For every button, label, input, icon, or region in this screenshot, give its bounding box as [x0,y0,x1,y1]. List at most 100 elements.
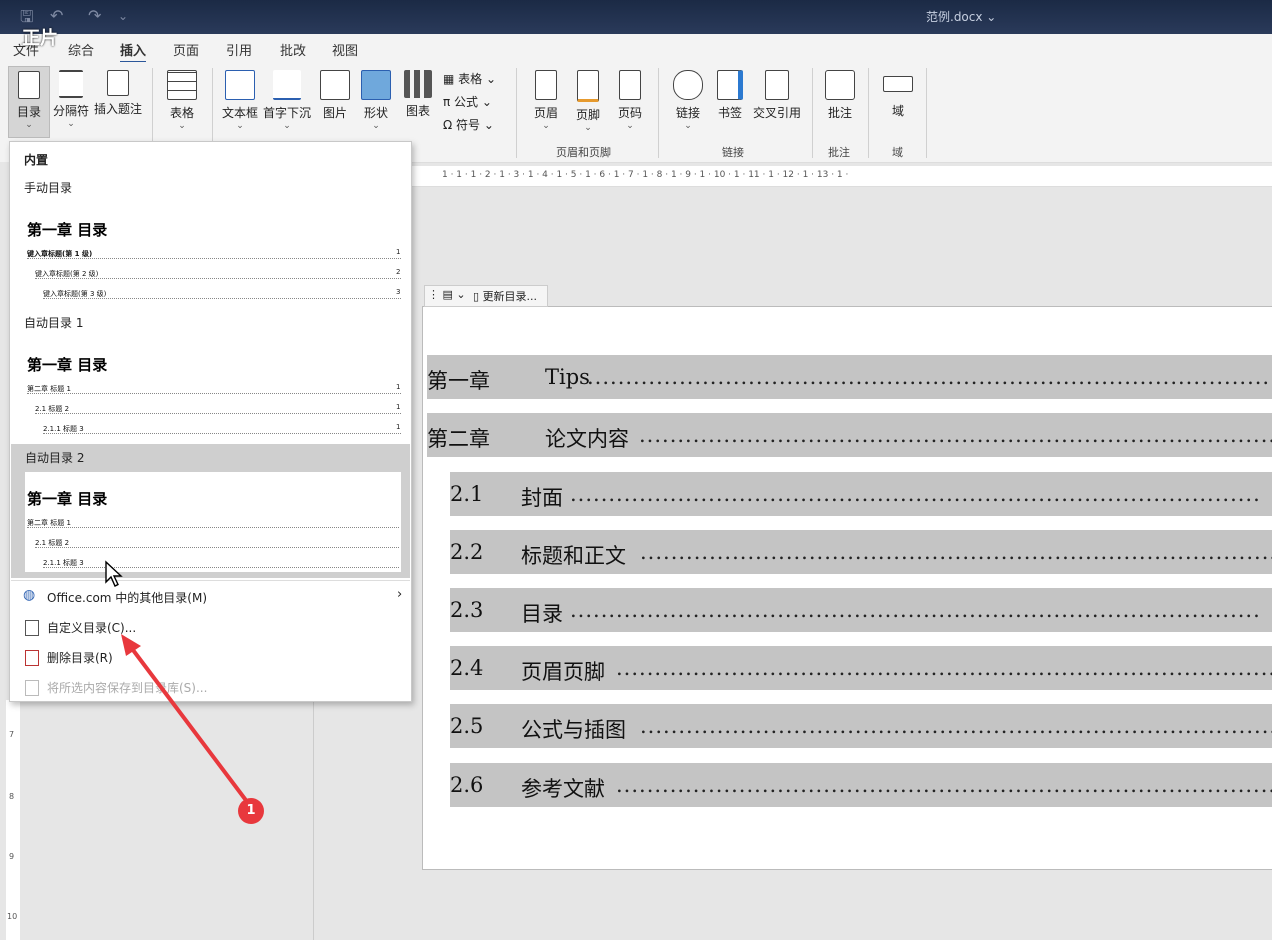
formula-label: 公式 [454,95,479,109]
symbol-button[interactable]: Ω 符号 ⌄ [443,116,494,133]
save-selection-to-gallery-item: 将所选内容保存到目录库(S)... [11,675,410,699]
page-number-button[interactable]: 页码 ⌄ [612,70,648,131]
mouse-cursor-icon [105,560,123,587]
toc-entry[interactable]: 2.4 页眉页脚 ...............................… [450,646,1272,690]
ribbon-separator [658,68,659,158]
small-table-button[interactable]: ▦ 表格 ⌄ [443,70,496,87]
comment-icon [825,70,855,100]
drag-handle-icon[interactable]: ⋮ ▤ ⌄ [428,288,466,301]
custom-toc-item[interactable]: 自定义目录(C)... [11,615,410,639]
toc-entry[interactable]: 2.6 参考文献 ...............................… [450,763,1272,807]
save-selection-label: 将所选内容保存到目录库(S)... [47,681,208,695]
preview-line: 2.1 标题 2 [35,404,401,414]
toc-entry-title: 封面 [521,486,563,510]
group-label-header-footer: 页眉和页脚 [556,146,611,159]
chart-icon [404,70,432,98]
toc-leader: ........................................… [640,714,1272,738]
remove-toc-item[interactable]: 删除目录(R) [11,645,410,669]
toc-entry-title: 参考文献 [521,777,605,801]
group-label-comments: 批注 [828,146,850,159]
document-title: 范例.docx ⌄ [926,10,997,24]
header-button[interactable]: 页眉 ⌄ [528,70,564,131]
toc-entry-title: Tips [545,365,590,389]
tab-insert[interactable]: 插入 [120,40,147,64]
toc-entry-title: 论文内容 [545,427,629,451]
gallery-section-header: 内置 [24,153,49,167]
update-toc-button[interactable]: ▯ 更新目录... [473,288,537,304]
gallery-item-auto2-preview: 第一章 目录 第二章 标题 1 2.1 标题 2 2.1.1 标题 3 [25,472,401,572]
toc-button[interactable]: 目录 ⌄ [8,66,50,138]
undo-icon[interactable]: ↶ [50,6,63,25]
preview-page-number: 1 [396,383,401,391]
comment-button[interactable]: 批注 [822,70,858,121]
update-toc-label: 更新目录... [482,290,538,303]
formula-button[interactable]: π 公式 ⌄ [443,93,492,110]
link-button[interactable]: 链接 ⌄ [670,70,706,131]
chevron-down-icon: ⌄ [67,119,75,129]
tab-page[interactable]: 页面 [173,40,199,59]
toc-leader: ........................................… [570,598,1261,622]
toc-entry-title: 页眉页脚 [521,660,605,684]
tab-review[interactable]: 批改 [280,40,306,59]
vruler-tick: 7 [9,730,15,739]
table-icon [167,70,197,100]
toc-content-control[interactable]: ⋮ ▤ ⌄ ▯ 更新目录... [424,285,548,307]
textbox-button[interactable]: 文本框 ⌄ [220,70,260,131]
horizontal-ruler[interactable]: 1 · 1 · 1 · 2 · 1 · 3 · 1 · 4 · 1 · 5 · … [412,166,1272,187]
bookmark-icon [717,70,743,100]
gallery-item-auto2[interactable]: 自动目录 2 第一章 目录 第二章 标题 1 2.1 标题 2 2.1.1 标题… [11,444,410,578]
toc-entry[interactable]: 2.5 公式与插图 ..............................… [450,704,1272,748]
chart-button[interactable]: 图表 [400,70,436,119]
toc-entry-number: 2.1 [450,482,484,506]
shapes-icon [361,70,391,100]
preview-line: 键入章标题(第 3 级) [43,289,401,299]
table-button[interactable]: 表格 ⌄ [162,70,202,131]
page-number-label: 页码 [617,106,642,120]
bookmark-button[interactable]: 书签 [712,70,748,121]
cross-reference-button[interactable]: 交叉引用 [750,70,804,121]
gallery-item-manual[interactable]: 第一章 目录 键入章标题(第 1 级) 键入章标题(第 2 级) 键入章标题(第… [11,197,410,307]
toc-entry[interactable]: 2.2 标题和正文 ..............................… [450,530,1272,574]
shapes-button[interactable]: 形状 ⌄ [358,70,394,131]
delete-document-icon [25,650,39,666]
preview-title: 第一章 目录 [27,490,108,508]
chevron-down-icon: ⌄ [178,121,186,131]
preview-title: 第一章 目录 [27,356,108,374]
picture-button[interactable]: 图片 [318,70,352,121]
redo-icon[interactable]: ↷ [88,6,101,25]
annotation-step-badge: 1 [238,798,264,824]
more-toc-from-office-item[interactable]: ◍ Office.com 中的其他目录(M) › [11,585,410,609]
dropcap-icon [273,70,301,100]
gallery-item-auto2-label: 自动目录 2 [25,451,85,465]
toc-entry-title: 目录 [521,602,563,626]
toc-entry[interactable]: 第一章 Tips ...............................… [427,355,1272,399]
toc-entry-number: 2.3 [450,598,484,622]
gallery-item-auto1[interactable]: 第一章 目录 第二章 标题 1 2.1 标题 2 2.1.1 标题 3 1 1 … [11,332,410,442]
toc-leader: ........................................… [639,423,1272,447]
tab-view[interactable]: 视图 [332,40,358,59]
tab-general[interactable]: 综合 [68,40,94,59]
chevron-down-icon: ⌄ [372,121,380,131]
preview-line: 2.1 标题 2 [35,538,399,548]
toc-entry-number: 2.6 [450,773,484,797]
tab-references[interactable]: 引用 [226,40,252,59]
globe-icon: ◍ [23,587,36,603]
customize-quick-access-icon[interactable]: ⌄ [118,9,128,23]
page-break-button[interactable]: 分隔符 ⌄ [52,70,90,129]
footer-label: 页脚 [575,108,600,122]
field-button[interactable]: 域 [880,70,916,119]
footer-button[interactable]: 页脚 ⌄ [570,70,606,133]
toc-entry[interactable]: 第二章 论文内容 ...............................… [427,413,1272,457]
dropcap-button[interactable]: 首字下沉 ⌄ [262,70,312,131]
title-bar: 🖫 ↶ ↷ ⌄ 范例.docx ⌄ [0,0,1272,34]
ribbon-separator [812,68,813,158]
toc-entry[interactable]: 2.3 目录 .................................… [450,588,1272,632]
toc-leader: ........................................… [616,656,1272,680]
ribbon-separator [516,68,517,158]
header-icon [535,70,557,100]
toc-entry[interactable]: 2.1 封面 .................................… [450,472,1272,516]
insert-caption-button[interactable]: 插入题注 [92,70,144,117]
ribbon-separator [868,68,869,158]
preview-line: 键入章标题(第 2 级) [35,269,401,279]
symbol-label: 符号 [455,118,480,132]
